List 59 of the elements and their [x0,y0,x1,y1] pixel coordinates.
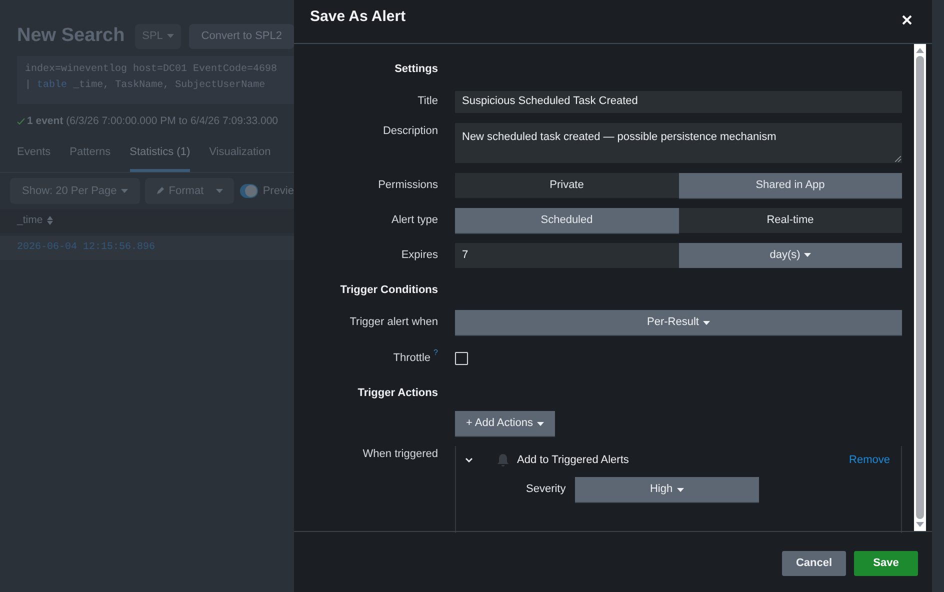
check-icon [17,118,25,125]
close-icon[interactable] [902,14,912,24]
throttle-checkbox[interactable] [455,352,468,365]
field-label: Trigger alert when [350,315,438,330]
caret-icon [536,422,544,426]
scrollbar[interactable] [914,44,926,531]
segment-button[interactable]: Real-time [678,208,902,232]
page-title: New Search [17,24,125,48]
preview-toggle[interactable] [240,184,258,198]
caret-icon [702,320,710,324]
results-tab[interactable]: Visualization [209,143,271,172]
field-label: Expires [401,248,438,263]
trigger-dropdown[interactable]: Per-Result [455,310,902,335]
pencil-icon [156,186,165,196]
remove-link[interactable]: Remove [849,452,890,468]
field-label: Alert type [392,212,438,228]
table-cell-text: 2026-06-04 12:15:56.896 [17,241,156,256]
unit-dropdown[interactable]: day(s) [679,242,902,268]
help-link[interactable]: ? [434,347,438,366]
section-heading: Trigger Actions [358,386,438,400]
caret-icon [120,188,128,193]
dialog-title: Save As Alert [310,7,406,28]
scroll-up-icon[interactable] [916,47,924,53]
caret-icon [166,34,174,38]
results-tab[interactable]: Events [17,143,51,172]
expires-field[interactable]: 7 [455,242,679,268]
cancel-button[interactable]: Cancel [782,551,846,576]
segment-button[interactable]: Scheduled [455,208,678,232]
save-button[interactable]: Save [854,551,918,576]
field-label: Description [382,124,438,138]
severity-label: Severity [526,482,566,498]
sort-icon [46,216,53,226]
severity-dropdown[interactable]: High [574,477,759,502]
section-heading: Trigger Conditions [340,282,438,298]
section-heading: Settings [394,62,438,77]
field-label: Title [418,94,438,110]
title-field[interactable]: Suspicious Scheduled Task Created [455,90,902,112]
preview-label: Previe [262,184,294,198]
results-tab[interactable]: Patterns [70,143,111,172]
caret-icon [216,188,223,193]
segment-button[interactable]: Shared in App [678,172,902,198]
description-field[interactable]: New scheduled task created — possible persistence mechanism [455,122,902,162]
status-text: 1 event (6/3/26 7:00:00.000 PM to 6/4/26 7:09:33.000 [27,114,278,128]
field-label: When triggered [362,447,438,462]
results-tab[interactable]: Statistics (1) [130,143,190,172]
column-header[interactable]: _time [17,212,53,229]
field-label: Throttle [393,351,431,366]
convert-button[interactable]: Convert to SPL2 [189,24,294,49]
add-actions-button[interactable]: + Add Actions [455,411,555,436]
bell-icon [496,453,510,467]
resize-handle-icon[interactable] [895,156,901,162]
expand-toggle[interactable] [465,456,475,464]
field-label: Permissions [378,178,438,193]
chevron-icon [465,456,473,464]
segment-button[interactable]: Private [455,172,678,198]
action-name: Add to Triggered Alerts [517,452,629,468]
caret-icon [676,488,684,492]
caret-icon [804,253,812,257]
scroll-down-icon[interactable] [916,522,924,528]
